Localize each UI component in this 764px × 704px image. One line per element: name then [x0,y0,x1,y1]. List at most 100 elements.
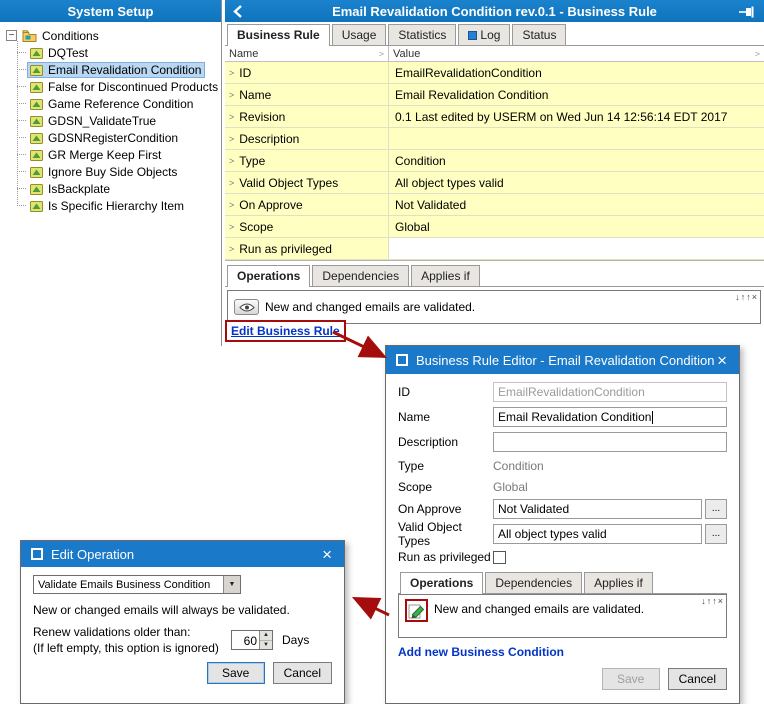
collapse-icon[interactable]: − [6,30,17,41]
condition-icon [30,149,43,161]
tab-log[interactable]: Log [458,24,510,45]
cancel-button[interactable]: Cancel [273,662,332,684]
add-business-condition-link[interactable]: Add new Business Condition [398,645,564,659]
subtab-applies-if[interactable]: Applies if [411,265,480,286]
tree-item-ignore-buy-side-objects[interactable]: Ignore Buy Side Objects [17,163,221,180]
save-button[interactable]: Save [207,662,265,684]
pin-icon[interactable] [739,6,756,18]
tab-usage[interactable]: Usage [332,24,387,45]
expand-icon[interactable]: > [229,156,234,166]
on-approve-browse-button[interactable]: ... [705,499,727,519]
folder-icon [22,29,37,42]
expand-icon[interactable]: > [229,134,234,144]
scope-label: Scope [398,480,493,494]
main-panel-title: Email Revalidation Condition rev.0.1 - B… [332,4,657,19]
tree-item-gdsn-validatetrue[interactable]: GDSN_ValidateTrue [17,112,221,129]
renew-row: Renew validations older than: (If left e… [33,625,332,655]
tree-item-gdsnregistercondition[interactable]: GDSNRegisterCondition [17,129,221,146]
tree-item-dqtest[interactable]: DQTest [17,44,221,61]
name-field[interactable]: Email Revalidation Condition [493,407,727,427]
editor-subtab-applies-if[interactable]: Applies if [584,572,653,593]
expand-icon[interactable]: > [229,112,234,122]
renew-days-value: 60 [232,631,259,649]
table-row-description[interactable]: >Description [225,128,764,150]
expand-icon[interactable]: > [229,222,234,232]
dropdown-arrow-icon[interactable]: ▼ [223,576,240,593]
move-up-icon[interactable]: ↑ [741,292,746,302]
tab-business-rule[interactable]: Business Rule [227,24,330,46]
expand-icon[interactable]: > [229,68,234,78]
table-row-id[interactable]: >ID EmailRevalidationCondition [225,62,764,84]
condition-icon [30,64,43,76]
column-header-value[interactable]: Value> [389,46,764,61]
run-as-privileged-checkbox[interactable] [493,551,506,564]
edit-business-rule-link[interactable]: Edit Business Rule [231,324,340,338]
expand-icon[interactable]: > [229,178,234,188]
column-header-name[interactable]: Name> [225,46,389,61]
table-row-on-approve[interactable]: >On Approve Not Validated [225,194,764,216]
spin-down-icon[interactable]: ▼ [260,641,272,650]
tree-item-game-reference-condition[interactable]: Game Reference Condition [17,95,221,112]
move-top-icon[interactable]: ↑ [712,596,717,606]
condition-dropdown-value: Validate Emails Business Condition [34,576,223,593]
operation-item: New and changed emails are validated. [234,299,475,315]
tree-item-false-for-discontinued-products[interactable]: False for Discontinued Products [17,78,221,95]
tree-item-is-specific-hierarchy-item[interactable]: Is Specific Hierarchy Item [17,197,221,214]
tree-item-email-revalidation-condition[interactable]: Email Revalidation Condition [17,61,221,78]
on-approve-field[interactable]: Not Validated [493,499,702,519]
table-row-scope[interactable]: >Scope Global [225,216,764,238]
tab-status[interactable]: Status [512,24,566,45]
save-button[interactable]: Save [602,668,660,690]
close-icon[interactable]: × [320,546,334,563]
edit-operation-icon[interactable] [408,602,425,619]
expand-icon[interactable]: > [229,90,234,100]
back-icon[interactable] [233,5,242,18]
sort-icon[interactable]: > [755,49,760,59]
subtab-operations[interactable]: Operations [227,265,310,287]
table-row-valid-object-types[interactable]: >Valid Object Types All object types val… [225,172,764,194]
tree-children: DQTest Email Revalidation Condition Fals… [17,44,221,214]
condition-dropdown[interactable]: Validate Emails Business Condition ▼ [33,575,241,594]
condition-icon [30,47,43,59]
table-row-type[interactable]: >Type Condition [225,150,764,172]
operations-toolbar: ↓ ↑ ↑ × [735,292,757,302]
move-top-icon[interactable]: ↑ [746,292,751,302]
spin-up-icon[interactable]: ▲ [260,631,272,641]
move-up-icon[interactable]: ↑ [707,596,712,606]
editor-subtab-operations[interactable]: Operations [400,572,483,594]
id-field[interactable]: EmailRevalidationCondition [493,382,727,402]
remove-icon[interactable]: × [752,292,757,302]
expand-icon[interactable]: > [229,244,234,254]
subtab-dependencies[interactable]: Dependencies [312,265,409,286]
tree-item-isbackplate[interactable]: IsBackplate [17,180,221,197]
operation-description: New or changed emails will always be val… [33,603,332,617]
tab-statistics[interactable]: Statistics [388,24,456,45]
valid-object-types-field[interactable]: All object types valid [493,524,702,544]
cancel-button[interactable]: Cancel [668,668,727,690]
expand-icon[interactable]: > [229,200,234,210]
edit-operation-dialog: Edit Operation × Validate Emails Busines… [20,540,345,704]
edit-operation-title: Edit Operation [51,547,320,562]
editor-subtab-dependencies[interactable]: Dependencies [485,572,582,593]
move-down-icon[interactable]: ↓ [735,292,740,302]
table-row-name[interactable]: >Name Email Revalidation Condition [225,84,764,106]
condition-icon [30,166,43,178]
description-field[interactable] [493,432,727,452]
view-operation-icon[interactable] [234,299,259,315]
editor-titlebar: Business Rule Editor - Email Revalidatio… [386,346,739,374]
table-row-run-as-privileged[interactable]: >Run as privileged [225,238,764,260]
edit-operation-titlebar: Edit Operation × [21,541,344,567]
close-icon[interactable]: × [715,352,729,369]
valid-object-types-browse-button[interactable]: ... [705,524,727,544]
table-row-revision[interactable]: >Revision 0.1 Last edited by USERM on We… [225,106,764,128]
remove-icon[interactable]: × [718,596,723,606]
condition-icon [30,132,43,144]
edit-business-rule-highlight: Edit Business Rule [225,320,346,342]
move-down-icon[interactable]: ↓ [701,596,706,606]
sort-icon[interactable]: > [379,49,384,59]
tree-root-conditions[interactable]: − Conditions [6,27,221,44]
tree-item-gr-merge-keep-first[interactable]: GR Merge Keep First [17,146,221,163]
renew-days-input[interactable]: 60 ▲ ▼ [231,630,273,650]
renew-label: Renew validations older than: [33,625,231,639]
days-unit-label: Days [282,633,309,647]
